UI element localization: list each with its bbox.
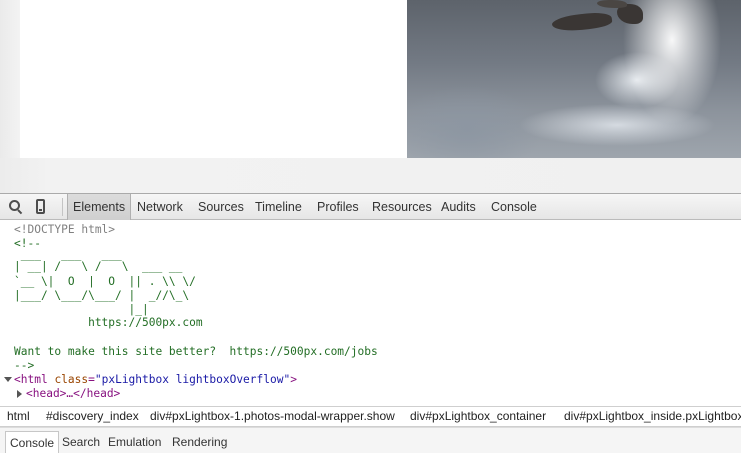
toolbar-divider (62, 198, 63, 216)
drawer-tab-console[interactable]: Console (5, 431, 60, 453)
content-card (20, 0, 407, 158)
drawer-tab-bar: Console Search Emulation Rendering (0, 428, 741, 453)
tab-audits[interactable]: Audits (436, 194, 481, 220)
attribute-name: class (54, 373, 89, 386)
tab-profiles[interactable]: Profiles (312, 194, 364, 220)
breadcrumb: html #discovery_index div#pxLightbox-1.p… (0, 406, 741, 427)
head-element-node[interactable]: <head>…</head> (26, 387, 120, 401)
html-element-node[interactable]: <html class="pxLightbox lightboxOverflow… (14, 373, 297, 387)
ascii-art-line: |___/ \___/\___/ | _//\_\ (14, 289, 190, 302)
page-background (0, 158, 741, 193)
devtools-toolbar: Elements Network Sources Timeline Profil… (0, 193, 741, 220)
tab-network[interactable]: Network (132, 194, 188, 220)
breadcrumb-item[interactable]: #discovery_index (46, 407, 139, 426)
breadcrumb-item[interactable]: div#pxLightbox_container (410, 407, 546, 426)
tag-name: <html (14, 373, 48, 386)
devtools-panel: Elements Network Sources Timeline Profil… (0, 193, 741, 453)
collapse-arrow-icon[interactable] (17, 390, 22, 398)
breadcrumb-item[interactable]: div#pxLightbox_inside.pxLightbox (564, 407, 741, 426)
attribute-value: "pxLightbox lightboxOverflow" (94, 373, 291, 386)
expand-arrow-icon[interactable] (4, 377, 12, 382)
tab-sources[interactable]: Sources (193, 194, 249, 220)
doctype-node[interactable]: <!DOCTYPE html> (14, 223, 115, 237)
inspect-search-icon[interactable] (9, 200, 23, 215)
page-viewport (0, 0, 741, 193)
breadcrumb-item[interactable]: div#pxLightbox-1.photos-modal-wrapper.sh… (150, 407, 395, 426)
ascii-art-line: | __| / \ / \ ___ __ (14, 260, 183, 273)
drawer-tab-rendering[interactable]: Rendering (168, 431, 231, 453)
comment-close: --> (14, 359, 35, 372)
tab-timeline[interactable]: Timeline (250, 194, 307, 220)
tag-close: > (290, 373, 297, 386)
drawer-tab-search[interactable]: Search (58, 431, 104, 453)
drawer-tab-emulation[interactable]: Emulation (104, 431, 165, 453)
tab-resources[interactable]: Resources (367, 194, 437, 220)
jobs-line: Want to make this site better? https://5… (14, 345, 378, 358)
site-url-line: https://500px.com (14, 316, 203, 329)
ascii-art-line: `__ \| O | O || . \\ \/ (14, 275, 196, 288)
devtools-drawer: Console Search Emulation Rendering (0, 427, 741, 453)
tab-elements[interactable]: Elements (67, 194, 132, 220)
waterfall-photo[interactable] (407, 0, 741, 158)
device-mode-icon[interactable] (36, 199, 45, 214)
tab-console[interactable]: Console (486, 194, 542, 220)
dom-tree: <!DOCTYPE html> <!-- ___ ___ ___ | __| /… (0, 220, 741, 406)
breadcrumb-item[interactable]: html (7, 407, 30, 426)
